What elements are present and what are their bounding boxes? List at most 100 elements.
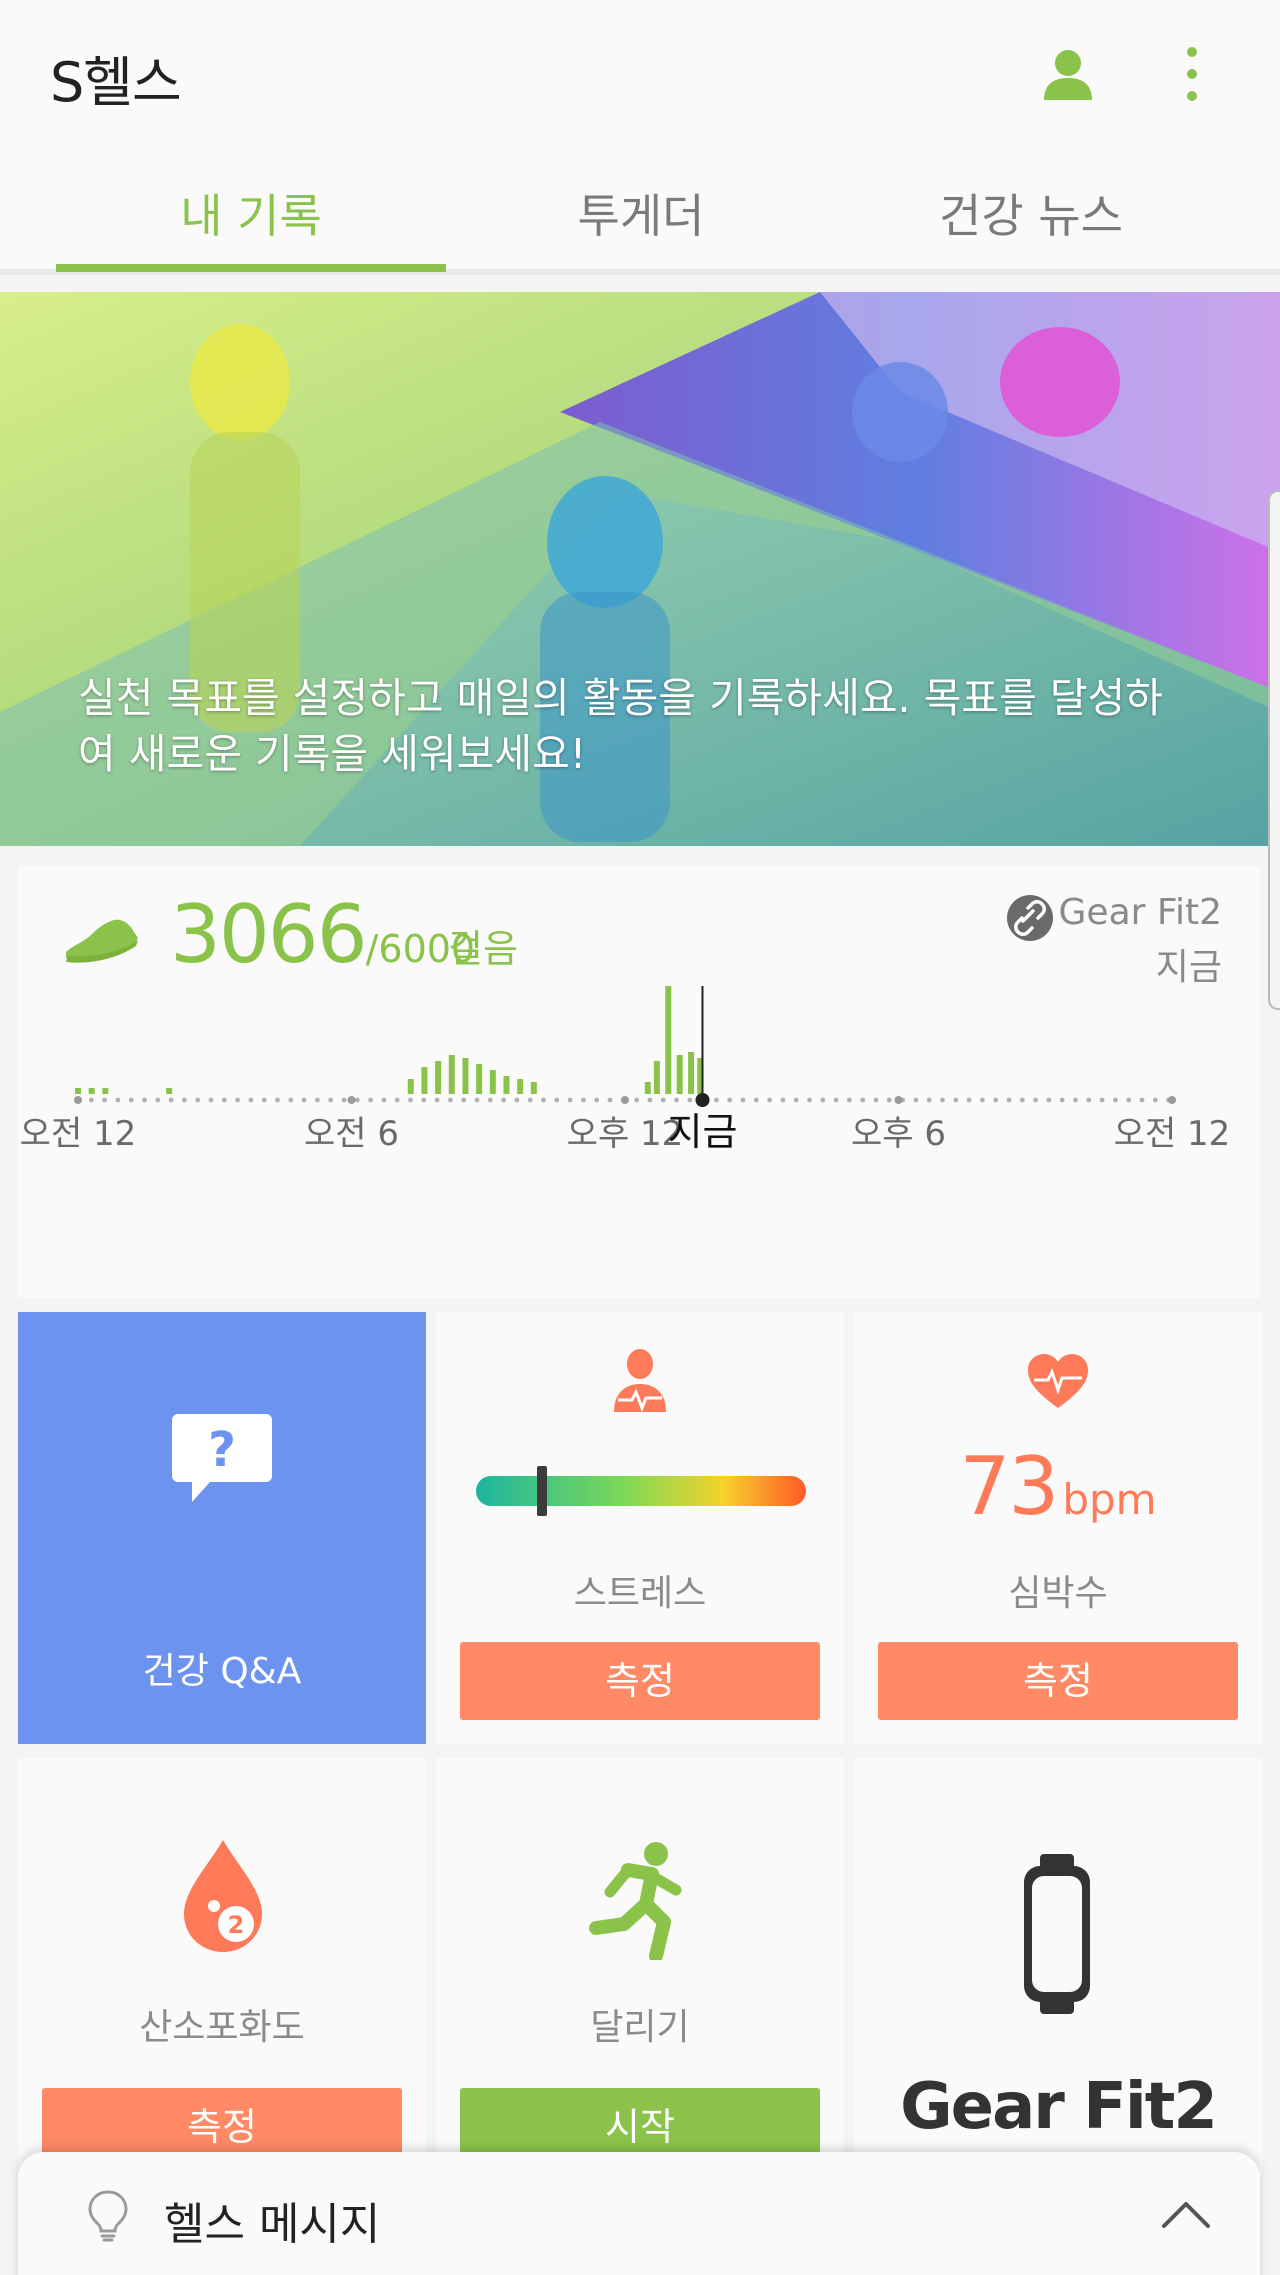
step-bar [688,1052,695,1094]
step-bar [676,1055,683,1094]
app-bar: S헬스 [0,0,1280,150]
axis-dot [940,1097,945,1103]
axis-dot [394,1097,400,1103]
stress-label: 스트레스 [573,1573,707,1614]
axis-dot [102,1097,107,1103]
heart-rate-label: 심박수 [1008,1573,1108,1614]
axis-dot [1046,1097,1052,1103]
axis-dot [514,1097,520,1103]
axis-dot [1126,1097,1132,1103]
step-bar [407,1079,414,1094]
axis-dot [195,1097,201,1103]
axis-dot [567,1097,573,1103]
step-bar [102,1088,109,1094]
axis-dot [886,1097,892,1103]
axis-dot [487,1097,493,1103]
shoe-icon [62,906,142,966]
axis-dot [328,1097,334,1103]
axis-dot [820,1097,826,1103]
device-sync-time: 지금 [1155,947,1222,988]
axis-dot [793,1097,799,1103]
stress-measure-button[interactable]: 측정 [460,1642,820,1720]
tick-label-now: 지금 [668,1110,738,1154]
steps-card[interactable]: 3066/6000 걸음 Gear Fit2 지금 오전 12 오전 6 오후 12… [18,866,1260,1298]
axis-dot [767,1097,772,1103]
step-bar [653,1061,660,1094]
axis-dot [448,1097,453,1103]
spo2-tile[interactable]: 2 산소포화도 측정 [18,1758,426,2178]
step-bar [644,1082,651,1094]
axis-dot [847,1097,852,1103]
step-bar [88,1088,95,1094]
axis-dot [674,1097,679,1103]
promo-banner[interactable]: 실천 목표를 설정하고 매일의 활동을 기록하세요. 목표를 달성하여 새로운 … [0,292,1280,846]
lightbulb-icon [88,2190,128,2242]
heart-rate-tile[interactable]: 73 bpm 심박수 측정 [854,1312,1262,1744]
axis-dot [408,1097,413,1103]
axis-dot [168,1097,174,1103]
health-qa-tile[interactable]: ? 건강 Q&A [18,1312,426,1744]
axis-dot [501,1097,506,1103]
axis-dot [753,1097,759,1103]
axis-dot [714,1097,719,1103]
health-message-sheet[interactable]: 헬스 메시지 [18,2152,1260,2275]
axis-dot [341,1097,347,1103]
axis-dot [860,1097,866,1103]
axis-dot [1139,1097,1145,1103]
tick-label: 오후 6 [851,1114,946,1154]
axis-dot [780,1097,786,1103]
running-icon [586,1840,686,1963]
question-bubble-icon: ? [170,1408,274,1512]
axis-dot [461,1097,467,1103]
axis-dot [1099,1097,1105,1103]
axis-dot [235,1097,241,1103]
gear-band-icon [1022,1854,1092,2014]
tab-health-news[interactable]: 건강 뉴스 [836,180,1226,270]
stress-tile[interactable]: 스트레스 측정 [436,1312,844,1744]
now-dot [695,1093,710,1107]
device-name: Gear Fit2 [1058,892,1222,933]
gear-fit2-logo: Gear Fit2 [900,2070,1218,2144]
axis-dot [660,1097,666,1103]
axis-dot [315,1097,320,1103]
axis-dot [208,1097,214,1103]
step-bar [421,1067,428,1094]
more-options-icon[interactable] [1170,46,1214,102]
axis-dot [381,1097,387,1103]
axis-dot [527,1097,533,1103]
step-bar [75,1088,81,1094]
side-handle[interactable] [1268,490,1280,1010]
axis-dot [634,1097,639,1103]
chevron-up-icon[interactable] [1158,2194,1214,2234]
axis-dot [288,1097,294,1103]
heart-rate-value: 73 bpm [959,1440,1157,1533]
tab-my-records[interactable]: 내 기록 [56,180,446,270]
axis-dot [980,1097,985,1103]
axis-dot [926,1097,932,1103]
axis-major-dot [1168,1096,1176,1104]
tab-together[interactable]: 투게더 [446,180,836,270]
running-label: 달리기 [590,2007,690,2048]
step-bar [166,1088,173,1094]
axis-dot [913,1097,919,1103]
gear-fit2-tile[interactable]: Gear Fit2 [854,1758,1262,2178]
steps-unit: 걸음 [448,927,518,971]
axis-dot [833,1097,839,1103]
axis-dot [687,1097,693,1103]
axis-dot [301,1097,307,1103]
axis-dot [1059,1097,1065,1103]
running-tile[interactable]: 달리기 시작 [436,1758,844,2178]
axis-dot [554,1097,560,1103]
axis-dot [727,1097,733,1103]
axis-dot [474,1097,480,1103]
axis-major-dot [74,1096,82,1104]
stress-person-icon [610,1348,670,1414]
step-bar [489,1070,496,1094]
svg-text:?: ? [208,1422,236,1478]
heart-rate-measure-button[interactable]: 측정 [878,1642,1238,1720]
axis-dot [142,1097,147,1103]
profile-icon[interactable] [1040,46,1096,102]
app-title: S헬스 [50,51,182,114]
axis-dot [581,1097,586,1103]
steps-chart: 오전 12 오전 6 오후 12지금 오후 6 오전 12 [20,986,1230,1154]
